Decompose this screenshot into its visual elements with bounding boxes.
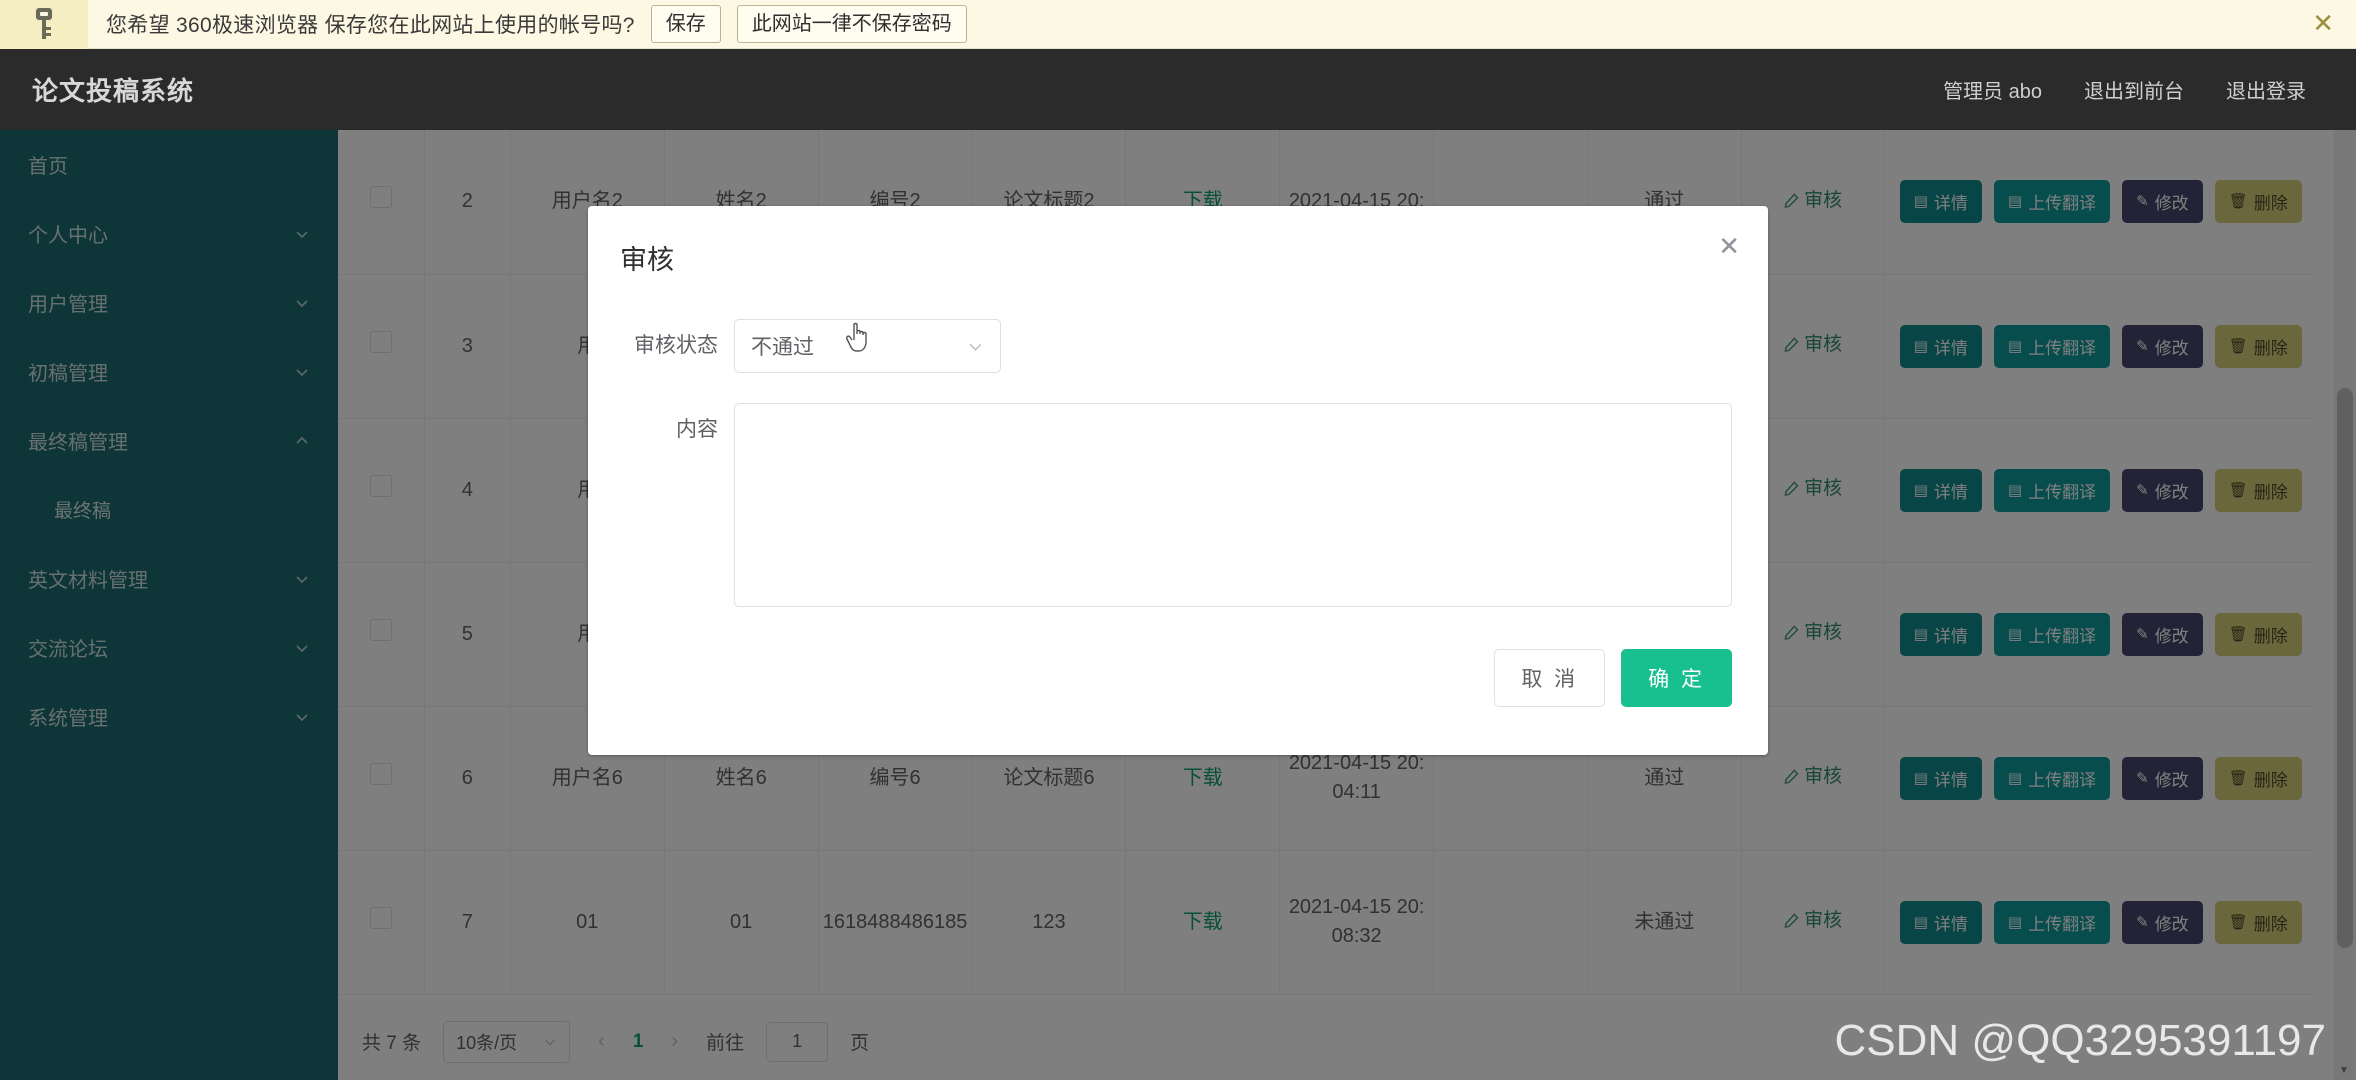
- mouse-cursor-pointer-icon: [846, 322, 867, 352]
- key-icon: [36, 8, 52, 39]
- review-content-label: 内容: [676, 418, 718, 441]
- never-save-password-button[interactable]: 此网站一律不保存密码: [736, 5, 967, 43]
- page-title: 论文投稿系统: [32, 76, 195, 106]
- review-dialog: 审核 ✕ 审核状态 不通过 内容 取 消 确 定: [588, 206, 1768, 755]
- save-password-button[interactable]: 保存: [650, 5, 721, 43]
- review-content-textarea[interactable]: [734, 403, 1732, 607]
- dialog-body: 审核状态 不通过 内容: [588, 277, 1768, 607]
- dialog-footer: 取 消 确 定: [588, 637, 1768, 707]
- confirm-button[interactable]: 确 定: [1621, 649, 1732, 707]
- header-link-logout[interactable]: 退出登录: [2226, 75, 2306, 104]
- review-content-row: 内容: [624, 403, 1732, 607]
- notification-message: 您希望 360极速浏览器 保存您在此网站上使用的帐号吗?: [106, 14, 635, 37]
- close-icon[interactable]: ✕: [2312, 11, 2334, 37]
- app-header: 论文投稿系统 管理员 abo 退出到前台 退出登录: [0, 49, 2356, 130]
- app-root: 您希望 360极速浏览器 保存您在此网站上使用的帐号吗? 保存 此网站一律不保存…: [0, 0, 2356, 1080]
- header-link-exit-to-front[interactable]: 退出到前台: [2084, 75, 2184, 104]
- watermark: CSDN @QQ3295391197: [1834, 1016, 2326, 1065]
- review-status-value: 不通过: [751, 336, 814, 359]
- close-icon[interactable]: ✕: [1718, 234, 1740, 260]
- dialog-title: 审核: [620, 245, 674, 275]
- review-status-row: 审核状态 不通过: [624, 319, 1732, 373]
- cancel-button[interactable]: 取 消: [1494, 649, 1606, 707]
- chevron-down-icon: [969, 343, 982, 351]
- review-status-label: 审核状态: [634, 334, 718, 357]
- password-save-notification-bar: 您希望 360极速浏览器 保存您在此网站上使用的帐号吗? 保存 此网站一律不保存…: [0, 0, 2356, 49]
- header-link-admin[interactable]: 管理员 abo: [1943, 75, 2042, 104]
- dialog-header: 审核 ✕: [588, 206, 1768, 277]
- header-links: 管理员 abo 退出到前台 退出登录: [1943, 75, 2306, 104]
- key-icon-slot: [0, 0, 88, 49]
